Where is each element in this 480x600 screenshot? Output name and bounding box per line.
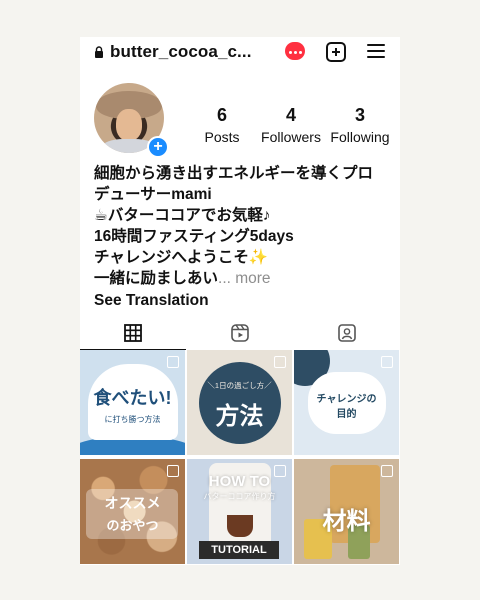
post-tile[interactable]: HOW TO バターココア作り方 TUTORIAL <box>187 459 292 564</box>
followers-label: Followers <box>261 129 321 145</box>
bio-line: 一緒に励ましあい <box>94 270 219 287</box>
post-subtitle: 目的 <box>336 409 357 420</box>
profile-screen: butter_cocoa_c... + 6 Posts 4 Followers … <box>80 37 400 565</box>
post-subtitle: バターココア作り方 <box>203 492 276 501</box>
multi-post-icon <box>167 465 179 477</box>
followers-count[interactable]: 4 Followers <box>258 105 324 145</box>
reel-post-icon <box>274 465 286 477</box>
post-subtitle: のおやつ <box>106 518 159 533</box>
post-subtitle: に打ち勝つ方法 <box>104 415 161 424</box>
post-title: 材料 <box>322 508 371 535</box>
lock-icon <box>95 46 103 58</box>
post-title: 方法 <box>215 403 264 430</box>
bio-line: 16時間ファスティング5days <box>94 228 294 245</box>
following-count[interactable]: 3 Following <box>326 105 394 145</box>
multi-post-icon <box>274 356 286 368</box>
new-post-icon[interactable] <box>326 42 346 62</box>
post-title: 食べたい! <box>93 388 172 408</box>
bio-line: ☕バターココアでお気軽♪ <box>94 207 271 224</box>
posts-number: 6 <box>216 105 227 125</box>
post-title: オススメ <box>104 495 161 511</box>
reels-icon <box>231 324 249 342</box>
account-username[interactable]: butter_cocoa_c... <box>110 42 280 62</box>
add-story-icon[interactable]: + <box>147 136 169 158</box>
multi-post-icon <box>381 465 393 477</box>
tab-tagged[interactable] <box>294 319 400 349</box>
tab-reels[interactable] <box>187 319 293 349</box>
post-title: チャレンジの <box>316 394 377 405</box>
following-number: 3 <box>354 105 365 125</box>
bio-line: 細胞から湧き出すエネルギーを導くプロ <box>94 165 374 182</box>
post-tile[interactable]: オススメ のおやつ <box>80 459 185 564</box>
more-link[interactable]: ... more <box>218 270 271 287</box>
threads-badge-icon[interactable] <box>285 42 305 60</box>
bio: 細胞から湧き出すエネルギーを導くプロ デューサーmami ☕バターココアでお気軽… <box>94 163 394 311</box>
post-tag: TUTORIAL <box>211 544 267 556</box>
posts-grid: 食べたい! に打ち勝つ方法 ＼1日の過ごし方／ 方法 チャレンジの 目的 オスス… <box>80 350 400 564</box>
grid-icon <box>124 324 142 342</box>
profile-tabs <box>80 319 400 350</box>
bio-line: デューサーmami <box>94 186 212 203</box>
post-tile[interactable]: 食べたい! に打ち勝つ方法 <box>80 350 185 455</box>
bio-line: チャレンジへようこそ✨ <box>94 249 269 266</box>
multi-post-icon <box>167 356 179 368</box>
tab-posts[interactable] <box>80 319 186 350</box>
post-tile[interactable]: チャレンジの 目的 <box>294 350 399 455</box>
following-label: Following <box>330 129 390 145</box>
post-tile[interactable]: ＼1日の過ごし方／ 方法 <box>187 350 292 455</box>
multi-post-icon <box>381 356 393 368</box>
post-tile[interactable]: 材料 <box>294 459 399 564</box>
followers-number: 4 <box>285 105 296 125</box>
top-bar: butter_cocoa_c... <box>80 37 400 69</box>
tagged-icon <box>338 324 356 342</box>
see-translation-link[interactable]: See Translation <box>94 290 394 311</box>
posts-count[interactable]: 6 Posts <box>194 105 250 145</box>
post-subtitle: ＼1日の過ごし方／ <box>207 381 272 390</box>
posts-label: Posts <box>204 129 240 145</box>
menu-icon[interactable] <box>367 44 385 58</box>
